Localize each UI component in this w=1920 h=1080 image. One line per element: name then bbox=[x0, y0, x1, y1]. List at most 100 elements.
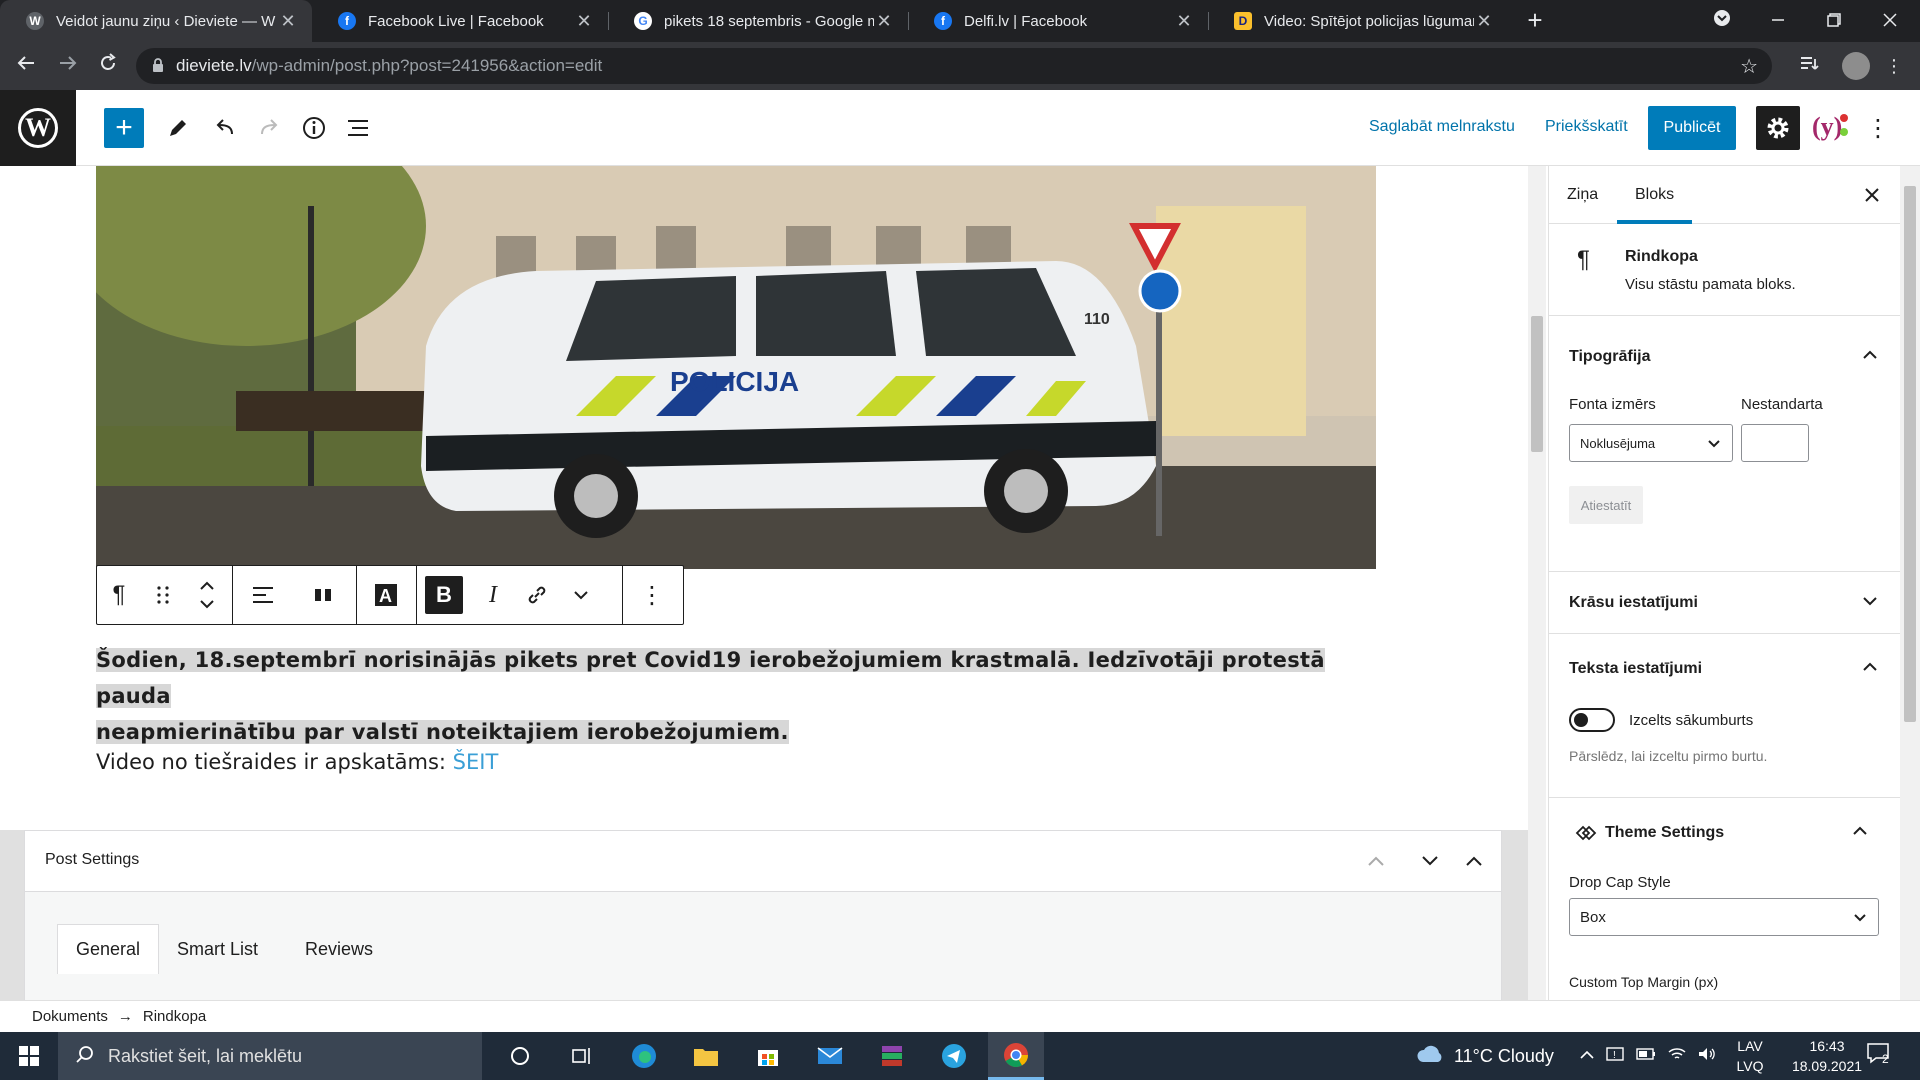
winrar-icon[interactable] bbox=[864, 1032, 920, 1080]
close-window-icon[interactable] bbox=[1862, 0, 1918, 42]
selected-paragraph[interactable]: Šodien, 18.septembrī norisinājās pikets … bbox=[96, 642, 1332, 750]
reading-list-icon[interactable] bbox=[1796, 52, 1824, 80]
close-icon[interactable]: ✕ bbox=[1474, 11, 1494, 32]
yoast-icon[interactable]: (y) bbox=[1812, 112, 1848, 142]
wifi-icon[interactable] bbox=[1668, 1047, 1686, 1066]
video-link[interactable]: ŠEIT bbox=[453, 750, 499, 774]
panel-title[interactable]: Tipogrāfija bbox=[1569, 348, 1651, 366]
settings-gear-icon[interactable] bbox=[1756, 106, 1800, 150]
file-explorer-icon[interactable] bbox=[678, 1032, 734, 1080]
cortana-icon[interactable] bbox=[492, 1032, 548, 1080]
tab-reviews[interactable]: Reviews bbox=[287, 924, 391, 974]
collapse-icon[interactable] bbox=[1459, 845, 1489, 875]
close-icon[interactable]: ✕ bbox=[1174, 11, 1194, 32]
bold-button[interactable]: B bbox=[425, 576, 463, 614]
undo-icon[interactable] bbox=[204, 108, 244, 148]
back-icon[interactable] bbox=[10, 50, 42, 82]
tab-smart-list[interactable]: Smart List bbox=[159, 924, 276, 974]
publish-button[interactable]: Publicēt bbox=[1648, 106, 1736, 150]
font-size-select[interactable]: Noklusējuma bbox=[1569, 424, 1733, 462]
telegram-icon[interactable] bbox=[926, 1032, 982, 1080]
add-block-button[interactable]: + bbox=[104, 108, 144, 148]
move-up-icon[interactable] bbox=[1361, 845, 1391, 875]
move-up-down-icon[interactable] bbox=[185, 566, 229, 624]
tab-delfi-video[interactable]: D Video: Spītējot policijas lūguman ✕ bbox=[1208, 0, 1508, 42]
show-hidden-icons-icon[interactable] bbox=[1580, 1047, 1594, 1065]
tab-wordpress-editor[interactable]: W Veidot jaunu ziņu ‹ Dieviete — W ✕ bbox=[0, 0, 312, 42]
chrome-icon[interactable] bbox=[988, 1032, 1044, 1080]
reload-icon[interactable] bbox=[92, 50, 124, 82]
drop-cap-style-select[interactable]: Box bbox=[1569, 898, 1879, 936]
chrome-menu-icon[interactable]: ⋮ bbox=[1880, 52, 1908, 80]
list-view-icon[interactable] bbox=[338, 108, 378, 148]
more-options-icon[interactable]: ⋮ bbox=[1858, 108, 1898, 148]
clock[interactable]: 16:43 18.09.2021 bbox=[1782, 1036, 1872, 1076]
info-icon[interactable] bbox=[294, 108, 334, 148]
editor-canvas[interactable]: POLICIJA 110 ¶ A B I ⋮ Šodien, 18.septem… bbox=[0, 166, 1528, 1000]
forward-icon[interactable] bbox=[52, 50, 84, 82]
close-icon[interactable] bbox=[1857, 180, 1887, 210]
scrollbar-thumb[interactable] bbox=[1531, 316, 1543, 452]
text-color-icon[interactable]: A bbox=[357, 566, 415, 624]
featured-image[interactable]: POLICIJA 110 bbox=[96, 166, 1376, 569]
chevron-up-icon[interactable] bbox=[1863, 656, 1877, 677]
panel-title[interactable]: Theme Settings bbox=[1605, 824, 1724, 842]
close-icon[interactable]: ✕ bbox=[574, 11, 594, 32]
scrollbar-thumb[interactable] bbox=[1904, 186, 1916, 722]
battery-icon[interactable] bbox=[1636, 1047, 1656, 1065]
address-bar[interactable]: dieviete.lv/wp-admin/post.php?post=24195… bbox=[136, 48, 1772, 84]
drag-handle-icon[interactable] bbox=[141, 566, 185, 624]
chevron-up-icon[interactable] bbox=[1863, 344, 1877, 365]
tab-search-icon[interactable] bbox=[1694, 0, 1750, 42]
tab-delfi-facebook[interactable]: f Delfi.lv | Facebook ✕ bbox=[908, 0, 1208, 42]
link-icon[interactable] bbox=[515, 566, 559, 624]
panel-title[interactable]: Krāsu iestatījumi bbox=[1569, 594, 1698, 612]
taskbar-search[interactable]: Rakstiet šeit, lai meklētu bbox=[58, 1032, 482, 1080]
mail-icon[interactable] bbox=[802, 1032, 858, 1080]
drop-cap-toggle[interactable] bbox=[1569, 708, 1615, 732]
wordpress-logo[interactable]: W bbox=[0, 90, 76, 166]
chevron-up-icon[interactable] bbox=[1853, 820, 1877, 841]
reset-button[interactable]: Atiestatīt bbox=[1569, 486, 1643, 524]
more-options-icon[interactable]: ⋮ bbox=[623, 566, 681, 624]
columns-icon[interactable] bbox=[293, 566, 353, 624]
tab-post[interactable]: Ziņa bbox=[1549, 166, 1616, 224]
tab-general[interactable]: General bbox=[57, 924, 160, 974]
panel-title[interactable]: Teksta iestatījumi bbox=[1569, 660, 1702, 678]
preview-button[interactable]: Priekšskatīt bbox=[1545, 118, 1628, 136]
profile-avatar[interactable] bbox=[1842, 52, 1870, 80]
tab-google-search[interactable]: G pikets 18 septembris - Google m ✕ bbox=[608, 0, 908, 42]
breadcrumb-document[interactable]: Dokuments bbox=[32, 1008, 108, 1025]
input-language[interactable]: LAV LVQ bbox=[1728, 1036, 1772, 1076]
align-left-icon[interactable] bbox=[233, 566, 293, 624]
restore-icon[interactable] bbox=[1806, 0, 1862, 42]
task-view-icon[interactable] bbox=[554, 1032, 610, 1080]
move-down-icon[interactable] bbox=[1415, 845, 1445, 875]
chevron-down-icon[interactable] bbox=[1863, 590, 1877, 611]
minimize-icon[interactable] bbox=[1750, 0, 1806, 42]
breadcrumb-current[interactable]: Rindkopa bbox=[143, 1008, 206, 1025]
close-icon[interactable]: ✕ bbox=[874, 11, 894, 32]
tab-facebook-live[interactable]: f Facebook Live | Facebook ✕ bbox=[312, 0, 608, 42]
network-warning-icon[interactable]: ! bbox=[1606, 1046, 1624, 1067]
tab-block[interactable]: Bloks bbox=[1617, 166, 1693, 224]
save-draft-button[interactable]: Saglabāt melnrakstu bbox=[1369, 118, 1515, 136]
custom-size-input[interactable] bbox=[1741, 424, 1809, 462]
chevron-down-icon[interactable] bbox=[559, 566, 603, 624]
video-paragraph[interactable]: Video no tiešraides ir apskatāms: ŠEIT bbox=[96, 750, 498, 774]
weather-widget[interactable]: 11°C Cloudy bbox=[1416, 1032, 1554, 1080]
edit-tools-icon[interactable] bbox=[158, 108, 198, 148]
italic-button[interactable]: I bbox=[471, 566, 515, 624]
redo-icon[interactable] bbox=[250, 108, 290, 148]
windows-start-icon[interactable] bbox=[0, 1032, 58, 1080]
bookmark-star-icon[interactable]: ☆ bbox=[1740, 54, 1758, 79]
canvas-scrollbar[interactable] bbox=[1528, 166, 1546, 1000]
close-icon[interactable]: ✕ bbox=[278, 11, 298, 32]
paragraph-icon[interactable]: ¶ bbox=[97, 566, 141, 624]
sidebar-scrollbar[interactable] bbox=[1900, 166, 1920, 1000]
edge-icon[interactable] bbox=[616, 1032, 672, 1080]
volume-icon[interactable] bbox=[1698, 1047, 1716, 1066]
store-icon[interactable] bbox=[740, 1032, 796, 1080]
new-tab-button[interactable]: + bbox=[1520, 6, 1550, 36]
notifications-icon[interactable]: 2 bbox=[1866, 1042, 1896, 1070]
